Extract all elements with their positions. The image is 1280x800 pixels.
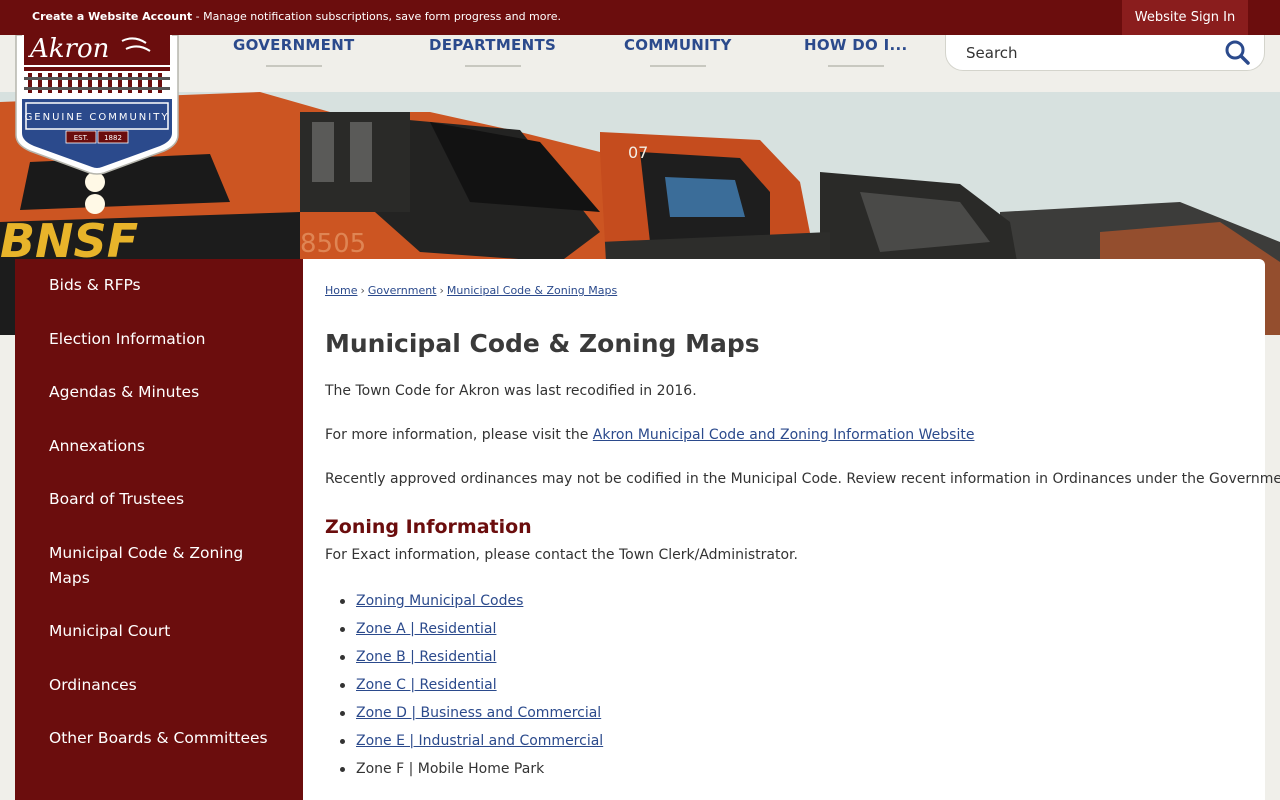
nav-government-label: GOVERNMENT	[233, 36, 355, 54]
nav-underline	[827, 65, 884, 67]
site-header: GOVERNMENT DEPARTMENTS COMMUNITY HOW DO …	[0, 35, 1280, 92]
sidebar-item-municipal-code-zoning-maps[interactable]: Municipal Code & Zoning Maps	[49, 541, 269, 591]
ordinances-note: Recently approved ordinances may not be …	[325, 471, 1280, 487]
sidebar-nav: Bids & RFPs Election Information Agendas…	[15, 259, 303, 800]
notification-text: - Manage notification subscriptions, sav…	[192, 10, 562, 23]
logo-tagline: GENUINE COMMUNITY	[25, 112, 170, 123]
main-content: Home › Government › Municipal Code & Zoning …	[303, 259, 1280, 800]
sidebar-item-board-of-trustees[interactable]: Board of Trustees	[49, 487, 269, 512]
zone-c-link[interactable]: Zone C | Residential	[356, 677, 497, 693]
list-item: Zone A | Residential	[339, 615, 603, 643]
sidebar-item-other-boards-committees[interactable]: Other Boards & Committees	[49, 726, 269, 751]
list-item: Zone D | Business and Commercial	[339, 699, 603, 727]
logo-town-name: Akron	[28, 35, 109, 64]
zoning-intro: For Exact information, please contact th…	[325, 547, 798, 563]
breadcrumb-government[interactable]: Government	[368, 284, 437, 297]
nav-how-do-i[interactable]: HOW DO I...	[804, 36, 908, 67]
nav-underline	[265, 65, 322, 67]
sidebar-item-municipal-court[interactable]: Municipal Court	[49, 619, 269, 644]
page-title: Municipal Code & Zoning Maps	[325, 329, 760, 358]
nav-community[interactable]: COMMUNITY	[624, 36, 732, 67]
logo-est: EST.	[74, 134, 89, 142]
search-box	[945, 35, 1265, 71]
sidebar-item-bids-rfps[interactable]: Bids & RFPs	[49, 273, 269, 298]
logo-year: 1882	[104, 134, 122, 142]
breadcrumb-current[interactable]: Municipal Code & Zoning Maps	[447, 284, 617, 297]
nav-departments-label: DEPARTMENTS	[429, 36, 557, 54]
zoning-list: Zoning Municipal Codes Zone A | Resident…	[339, 587, 603, 783]
sidebar-item-ordinances[interactable]: Ordinances	[49, 673, 269, 698]
nav-government[interactable]: GOVERNMENT	[233, 36, 355, 67]
zoning-municipal-codes-link[interactable]: Zoning Municipal Codes	[356, 593, 523, 609]
loco-number-1: 8505	[300, 229, 366, 259]
list-item: Zone B | Residential	[339, 643, 603, 671]
more-info-text: For more information, please visit the A…	[325, 427, 974, 443]
zone-f-text: Zone F | Mobile Home Park	[356, 761, 545, 777]
search-input[interactable]	[966, 35, 1226, 70]
sidebar-item-election-information[interactable]: Election Information	[49, 327, 269, 352]
breadcrumb-separator: ›	[439, 284, 444, 297]
zoning-heading: Zoning Information	[325, 516, 532, 538]
zone-a-link[interactable]: Zone A | Residential	[356, 621, 496, 637]
breadcrumb: Home › Government › Municipal Code & Zoning …	[325, 284, 617, 297]
list-item: Zone F | Mobile Home Park	[339, 755, 603, 783]
zone-e-link[interactable]: Zone E | Industrial and Commercial	[356, 733, 603, 749]
breadcrumb-separator: ›	[360, 284, 365, 297]
nav-community-label: COMMUNITY	[624, 36, 732, 54]
search-icon[interactable]	[1224, 39, 1250, 65]
website-sign-in-button[interactable]: Website Sign In	[1122, 0, 1248, 35]
zone-b-link[interactable]: Zone B | Residential	[356, 649, 496, 665]
create-account-link[interactable]: Create a Website Account	[32, 10, 192, 23]
town-logo[interactable]: Akron GENUINE COMMUNITY EST. 1882	[14, 35, 180, 175]
breadcrumb-home[interactable]: Home	[325, 284, 357, 297]
recodified-text: The Town Code for Akron was last recodif…	[325, 383, 697, 399]
nav-departments[interactable]: DEPARTMENTS	[429, 36, 557, 67]
more-info-prefix: For more information, please visit the	[325, 427, 593, 443]
list-item: Zone C | Residential	[339, 671, 603, 699]
notification-message: Create a Website Account - Manage notifi…	[32, 10, 561, 23]
list-item: Zone E | Industrial and Commercial	[339, 727, 603, 755]
nav-underline	[649, 65, 706, 67]
nav-underline	[464, 65, 521, 67]
municipal-code-website-link[interactable]: Akron Municipal Code and Zoning Informat…	[593, 427, 975, 443]
nav-how-do-i-label: HOW DO I...	[804, 36, 908, 54]
loco-number-2: 07	[628, 143, 648, 162]
notification-bar: Create a Website Account - Manage notifi…	[0, 0, 1280, 35]
list-item: Zoning Municipal Codes	[339, 587, 603, 615]
zone-d-link[interactable]: Zone D | Business and Commercial	[356, 705, 601, 721]
sidebar-item-annexations[interactable]: Annexations	[49, 434, 269, 459]
sidebar-item-agendas-minutes[interactable]: Agendas & Minutes	[49, 380, 269, 405]
